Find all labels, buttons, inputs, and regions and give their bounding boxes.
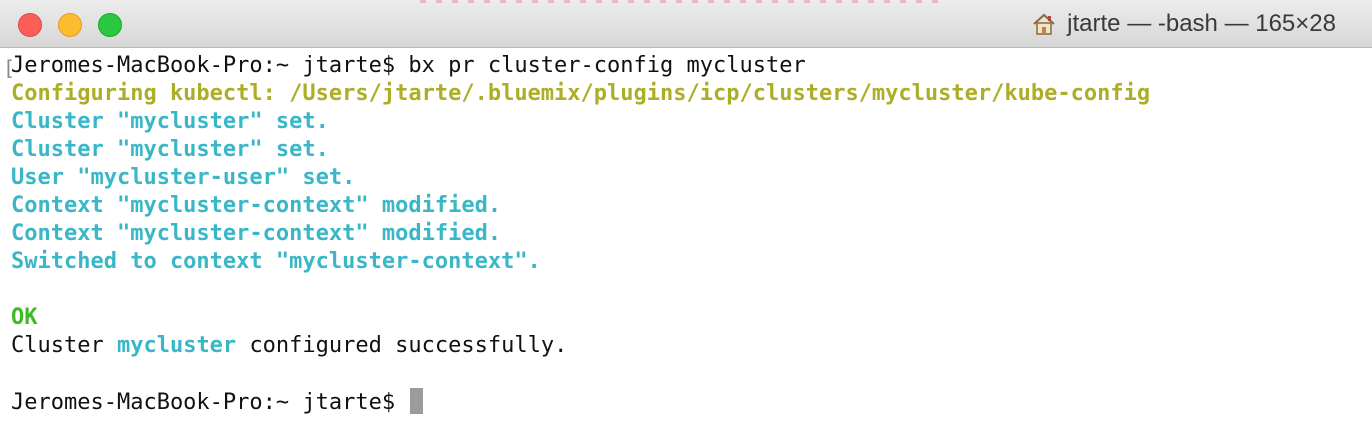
command-line: Jeromes-MacBook-Pro:~ jtarte$ bx pr clus… <box>11 52 1372 80</box>
close-button[interactable] <box>18 13 42 37</box>
window-title: jtarte — -bash — 165×28 <box>1067 10 1336 37</box>
title-bar-accent <box>420 0 940 3</box>
command-text: bx pr cluster-config mycluster <box>408 53 806 78</box>
final-prompt-line: Jeromes-MacBook-Pro:~ jtarte$ <box>11 388 1372 416</box>
output-ok: OK <box>11 305 38 330</box>
terminal-content[interactable]: [ Jeromes-MacBook-Pro:~ jtarte$ bx pr cl… <box>0 52 1372 444</box>
output-configuring: Configuring kubectl: /Users/jtarte/.blue… <box>11 81 1151 106</box>
success-prefix: Cluster <box>11 333 104 358</box>
title-bar[interactable]: jtarte — -bash — 165×28 <box>0 0 1372 48</box>
output-context-modified-1: Context "mycluster-context" modified. <box>11 193 502 218</box>
success-suffix: configured successfully. <box>249 333 568 358</box>
text-cursor <box>410 388 424 414</box>
mark-bracket: [ <box>3 56 16 80</box>
prompt: Jeromes-MacBook-Pro:~ jtarte$ <box>11 53 396 78</box>
minimize-button[interactable] <box>58 13 82 37</box>
terminal-window: jtarte — -bash — 165×28 [ Jeromes-MacBoo… <box>0 0 1372 444</box>
zoom-button[interactable] <box>98 13 122 37</box>
success-cluster-name: mycluster <box>116 333 237 358</box>
output-cluster-set-2: Cluster "mycluster" set. <box>11 137 329 162</box>
output-success: Cluster mycluster configured successfull… <box>11 332 1372 360</box>
output-switched: Switched to context "mycluster-context". <box>11 249 541 274</box>
output-cluster-set-1: Cluster "mycluster" set. <box>11 109 329 134</box>
final-prompt: Jeromes-MacBook-Pro:~ jtarte$ <box>11 390 396 415</box>
home-icon <box>1031 11 1057 37</box>
window-title-group: jtarte — -bash — 165×28 <box>1031 9 1336 39</box>
output-context-modified-2: Context "mycluster-context" modified. <box>11 221 502 246</box>
output-user-set: User "mycluster-user" set. <box>11 165 356 190</box>
